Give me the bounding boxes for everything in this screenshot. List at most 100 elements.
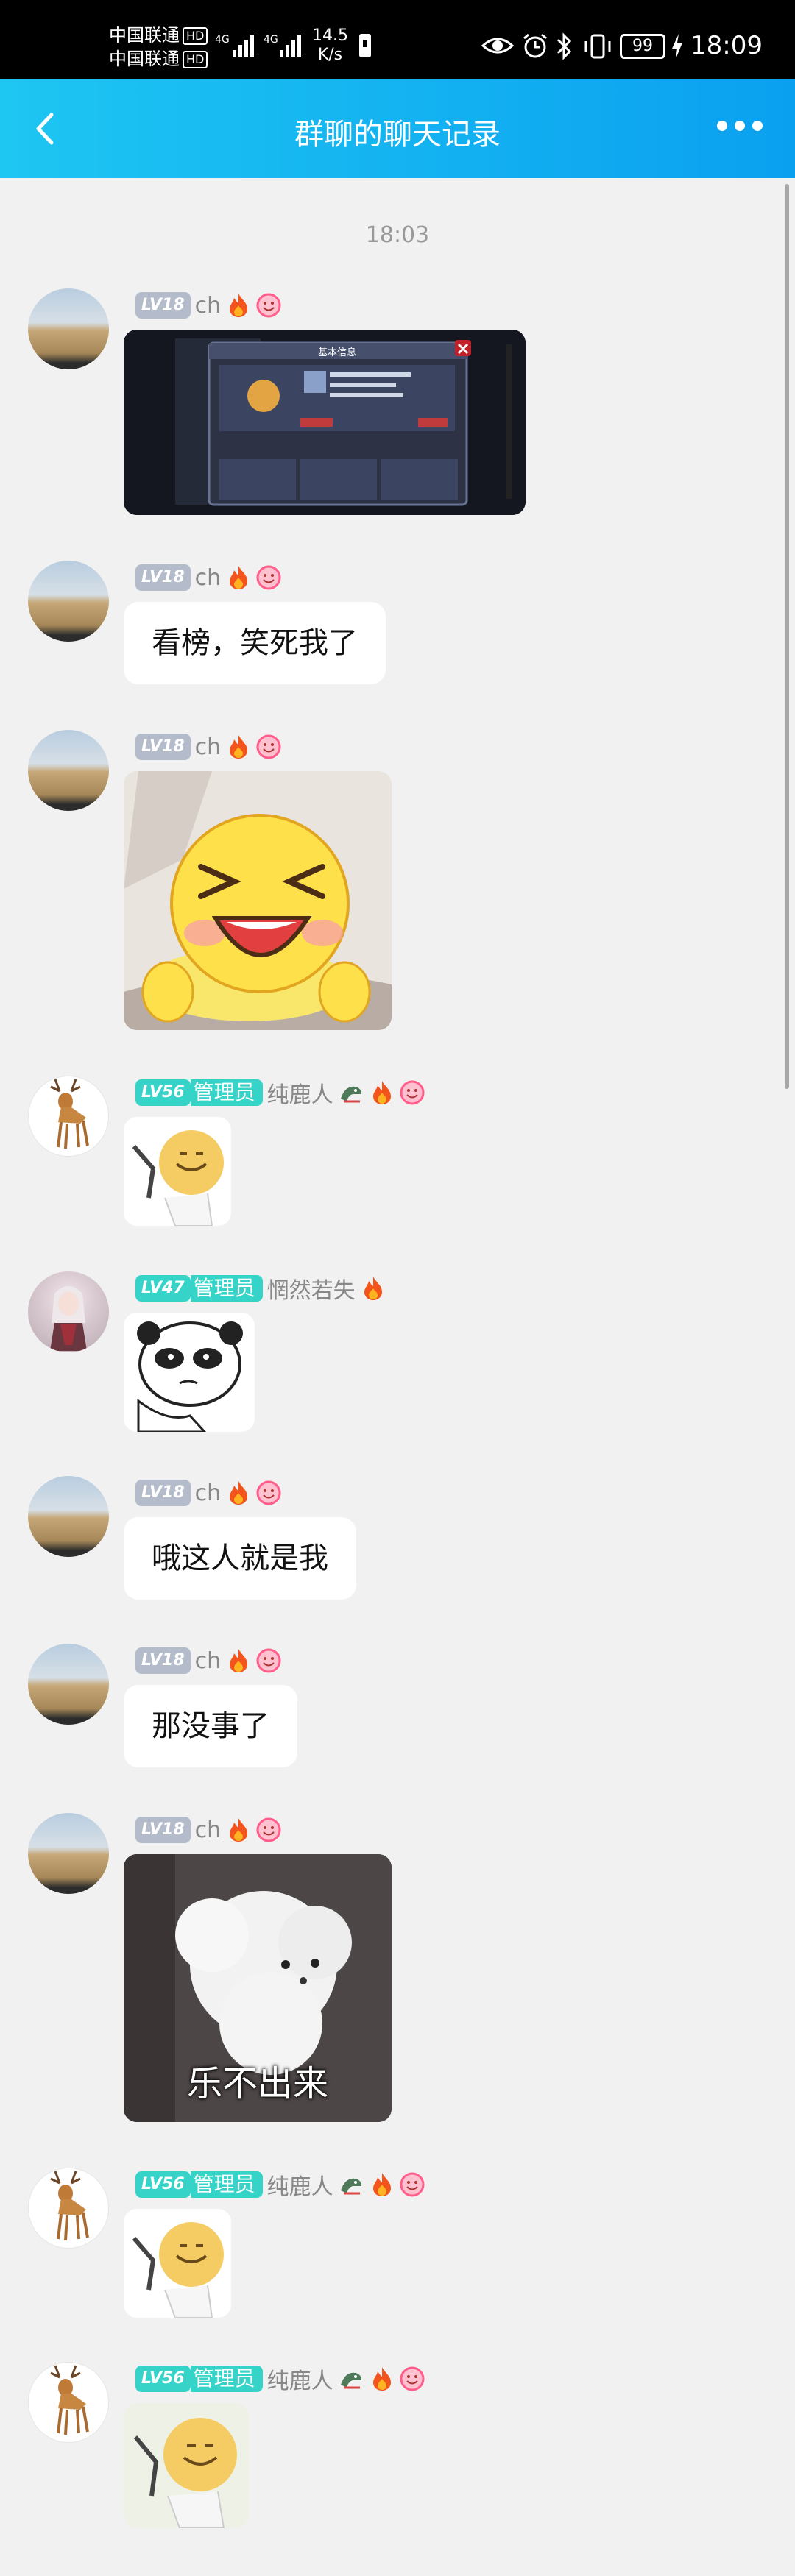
chat-history-screen: { "status_bar": { "carrier1": "中国联通", "c… [0,0,795,2576]
vibrate-icon [584,34,611,59]
alarm-icon [523,33,547,58]
message-meta: LV56 管理员 纯鹿人 [135,1076,425,1110]
bluetooth-icon [556,32,572,60]
game-screenshot-image[interactable]: 基本信息 [124,330,526,515]
message-bubble[interactable]: 那没事了 [124,1685,297,1767]
message-meta: LV18 ch [135,561,281,595]
level-badge: LV18 [135,564,191,591]
game-dialog-title: 基本信息 [318,347,356,358]
sender-name[interactable]: 纯鹿人 [267,2363,333,2395]
sim-card-icon [359,34,371,57]
message-meta: LV56 管理员 纯鹿人 [135,2362,425,2396]
sender-name[interactable]: 纯鹿人 [267,1076,333,1109]
message-meta: LV18 ch [135,1476,281,1510]
fire-badge-icon [372,2173,391,2196]
level-badge: LV18 [135,1480,191,1506]
admin-badge: 管理员 [190,1079,263,1106]
avatar[interactable] [28,1644,109,1725]
deer-icon [50,2171,89,2241]
sticker-caption: 乐不出来 [186,2063,328,2104]
level-badge: LV56 [135,1079,191,1106]
message-bubble[interactable]: 哦这人就是我 [124,1517,356,1600]
fire-badge-icon [230,1481,248,1505]
fire-badge-icon [372,2367,391,2391]
message-meta: LV18 ch [135,1813,281,1847]
avatar[interactable] [28,1813,109,1894]
level-badge: LV18 [135,734,191,760]
smiley-badge-icon [256,1480,281,1505]
fire-badge-icon [364,1277,382,1300]
dragon-badge-icon [340,2178,361,2195]
fire-badge-icon [230,1649,248,1672]
fluffy-dog-sticker-image[interactable]: 乐不出来 [124,1854,392,2122]
sender-name[interactable]: 纯鹿人 [267,2168,333,2201]
network-speed: 14.5 K/s [312,26,348,64]
sender-name[interactable]: ch [195,1817,222,1843]
avatar[interactable] [28,1076,109,1157]
carrier-2: 中国联通 HD [109,49,208,69]
sender-name[interactable]: ch [195,734,222,760]
fire-badge-icon [230,1818,248,1842]
smiling-ball-sticker-image[interactable] [124,2209,231,2318]
avatar[interactable] [28,1476,109,1557]
eye-icon [481,38,514,54]
network-type-2: 4G [264,34,278,46]
fire-badge-icon [372,1081,391,1104]
status-bar: 中国联通 HD 中国联通 HD 4G 4G 14.5 K/s 99 18:09 [0,0,795,79]
deer-icon [50,2365,89,2435]
avatar[interactable] [28,1271,109,1352]
smiling-ball-sticker-image[interactable] [124,2403,249,2528]
fire-badge-icon [230,735,248,759]
admin-badge: 管理员 [190,1275,263,1302]
smiley-badge-icon [256,1648,281,1673]
app-header: 群聊的聊天记录 [0,79,795,178]
message-meta: LV18 ch [135,288,281,322]
avatar[interactable] [28,561,109,642]
panda-meme-sticker-image[interactable] [124,1313,255,1432]
admin-badge: 管理员 [190,2171,263,2198]
deer-icon [50,1079,89,1149]
page-title: 群聊的聊天记录 [294,118,501,152]
fire-badge-icon [230,566,248,589]
signal-bars-1-icon [233,32,254,57]
message-meta: LV56 管理员 纯鹿人 [135,2168,425,2201]
smiley-badge-icon [256,565,281,590]
dragon-badge-icon [340,2372,361,2389]
sender-name[interactable]: ch [195,1648,222,1674]
avatar[interactable] [28,2168,109,2249]
network-type-1: 4G [215,34,230,46]
more-options-icon[interactable] [717,121,763,131]
avatar[interactable] [28,2362,109,2443]
message-timestamp: 18:03 [365,222,430,248]
sender-name[interactable]: ch [195,1480,222,1506]
sender-name[interactable]: ch [195,293,222,319]
smiley-badge-icon [400,2366,425,2391]
laughing-emoji-sticker-image[interactable] [124,771,392,1030]
battery-indicator: 99 [620,34,665,59]
level-badge: LV18 [135,292,191,319]
sender-name[interactable]: 惘然若失 [267,1272,356,1305]
smiley-badge-icon [256,293,281,318]
level-badge: LV18 [135,1817,191,1843]
clock: 18:09 [690,31,763,60]
message-meta: LV18 ch [135,730,281,764]
smiley-badge-icon [256,734,281,759]
smiley-badge-icon [256,1817,281,1842]
message-bubble[interactable]: 看榜，笑死我了 [124,602,386,684]
scrollbar[interactable] [785,184,789,1089]
anime-character-icon [50,1286,87,1351]
message-meta: LV47 管理员 惘然若失 [135,1271,386,1305]
smiley-badge-icon [400,1080,425,1105]
charging-icon [672,34,682,59]
sender-name[interactable]: ch [195,565,222,591]
avatar[interactable] [28,730,109,811]
level-badge: LV56 [135,2366,191,2392]
avatar[interactable] [28,288,109,369]
message-meta: LV18 ch [135,1644,281,1678]
smiling-ball-sticker-image[interactable] [124,1117,231,1226]
carrier-1: 中国联通 HD [109,25,208,46]
level-badge: LV56 [135,2171,191,2198]
level-badge: LV47 [135,1275,191,1302]
smiley-badge-icon [400,2172,425,2197]
fire-badge-icon [230,294,248,317]
